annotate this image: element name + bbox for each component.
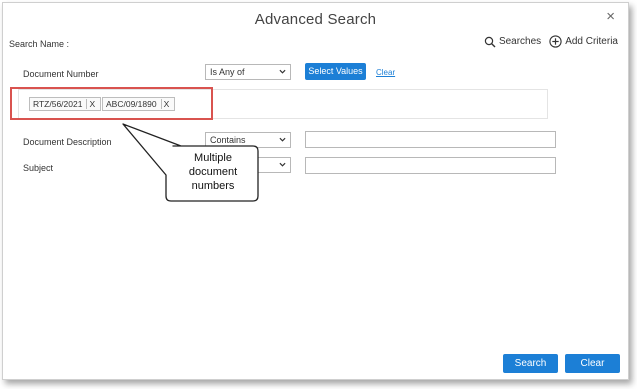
search-button[interactable]: Search xyxy=(503,354,558,373)
advanced-search-dialog: Advanced Search × Search Name : Searches… xyxy=(2,2,629,380)
callout-line-2: document xyxy=(188,166,238,178)
annotation-callout-text: Multiple document numbers xyxy=(169,151,257,193)
callout-line-1: Multiple xyxy=(194,152,232,164)
annotation-callout xyxy=(122,123,259,202)
clear-button[interactable]: Clear xyxy=(565,354,620,373)
callout-line-3: numbers xyxy=(191,180,235,192)
